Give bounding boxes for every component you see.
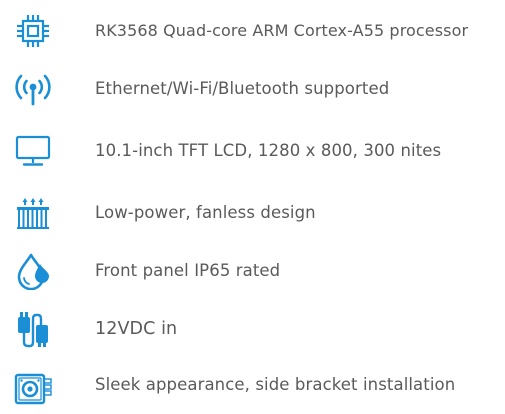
power-connector-icon <box>6 300 60 358</box>
feature-installation: Sleek appearance, side bracket installat… <box>0 356 505 414</box>
heatsink-icon <box>6 184 60 242</box>
feature-installation-label: Sleek appearance, side bracket installat… <box>95 375 456 394</box>
feature-power: 12VDC in <box>0 300 505 358</box>
mounting-bracket-icon <box>6 356 60 414</box>
feature-display: 10.1-inch TFT LCD, 1280 x 800, 300 nites <box>0 122 505 180</box>
wireless-antenna-icon <box>6 60 60 118</box>
feature-connectivity: Ethernet/Wi-Fi/Bluetooth supported <box>0 60 505 118</box>
feature-connectivity-label: Ethernet/Wi-Fi/Bluetooth supported <box>95 79 390 98</box>
monitor-icon <box>6 122 60 180</box>
feature-ip65-label: Front panel IP65 rated <box>95 261 281 280</box>
feature-fanless-label: Low-power, fanless design <box>95 203 316 222</box>
feature-power-label: 12VDC in <box>95 319 178 339</box>
feature-processor: RK3568 Quad-core ARM Cortex-A55 processo… <box>0 2 505 60</box>
feature-ip65: Front panel IP65 rated <box>0 242 505 300</box>
feature-fanless: Low-power, fanless design <box>0 184 505 242</box>
processor-chip-icon <box>6 2 60 60</box>
feature-processor-label: RK3568 Quad-core ARM Cortex-A55 processo… <box>95 21 469 40</box>
feature-display-label: 10.1-inch TFT LCD, 1280 x 800, 300 nites <box>95 141 442 160</box>
water-drop-icon <box>6 242 60 300</box>
feature-list: RK3568 Quad-core ARM Cortex-A55 processo… <box>0 0 505 410</box>
